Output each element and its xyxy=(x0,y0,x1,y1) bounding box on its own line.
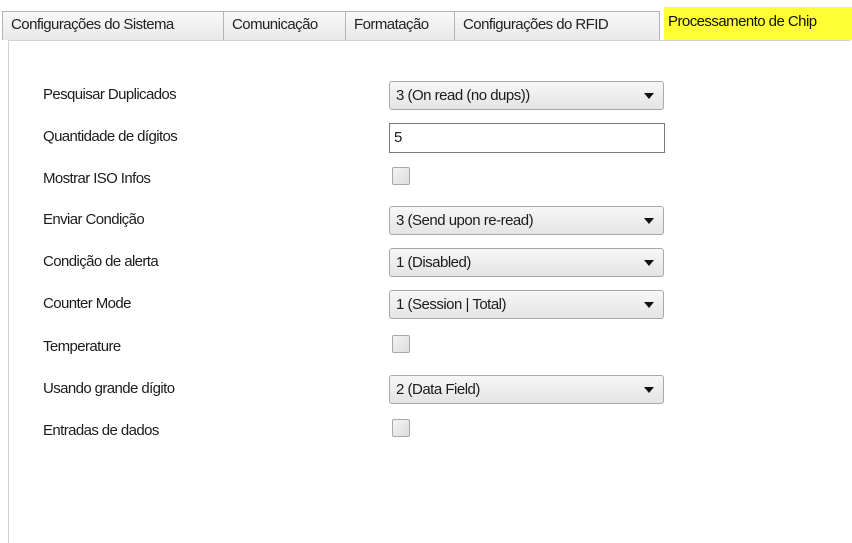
tab-formatacao[interactable]: Formatação xyxy=(345,11,455,40)
send-condition-select[interactable]: 3 (Send upon re-read) xyxy=(389,206,664,235)
chevron-down-icon xyxy=(644,302,654,308)
counter-mode-select[interactable]: 1 (Session | Total) xyxy=(389,290,664,319)
temperature-label: Temperature xyxy=(43,338,121,355)
alert-condition-select[interactable]: 1 (Disabled) xyxy=(389,248,664,277)
tab-processamento-de-chip[interactable]: Processamento de Chip xyxy=(664,7,852,40)
send-condition-label: Enviar Condição xyxy=(43,211,145,228)
tab-configuracoes-do-sistema[interactable]: Configurações do Sistema xyxy=(2,11,224,40)
alert-condition-label: Condição de alerta xyxy=(43,253,159,270)
data-inputs-label: Entradas de dados xyxy=(43,422,159,439)
chevron-down-icon xyxy=(644,93,654,99)
chevron-down-icon xyxy=(644,218,654,224)
tab-comunicacao[interactable]: Comunicação xyxy=(223,11,346,40)
settings-panel: Pesquisar Duplicados 3 (On read (no dups… xyxy=(8,40,850,543)
tab-bar: Configurações do Sistema Comunicação For… xyxy=(0,0,852,40)
large-digit-value: 2 (Data Field) xyxy=(396,381,480,398)
show-iso-info-label: Mostrar ISO Infos xyxy=(43,170,151,187)
counter-mode-label: Counter Mode xyxy=(43,295,131,312)
tab-configuracoes-do-rfid[interactable]: Configurações do RFID xyxy=(454,11,660,40)
large-digit-label: Usando grande dígito xyxy=(43,380,175,397)
large-digit-select[interactable]: 2 (Data Field) xyxy=(389,375,664,404)
chevron-down-icon xyxy=(644,387,654,393)
send-condition-value: 3 (Send upon re-read) xyxy=(396,212,534,229)
digit-count-label: Quantidade de dígitos xyxy=(43,128,178,145)
digit-count-input[interactable]: 5 xyxy=(389,123,665,153)
chevron-down-icon xyxy=(644,260,654,266)
search-duplicates-label: Pesquisar Duplicados xyxy=(43,86,177,103)
data-inputs-checkbox[interactable] xyxy=(392,419,410,437)
temperature-checkbox[interactable] xyxy=(392,335,410,353)
alert-condition-value: 1 (Disabled) xyxy=(396,254,471,271)
search-duplicates-select[interactable]: 3 (On read (no dups)) xyxy=(389,81,664,110)
search-duplicates-value: 3 (On read (no dups)) xyxy=(396,87,530,104)
counter-mode-value: 1 (Session | Total) xyxy=(396,296,507,313)
show-iso-info-checkbox[interactable] xyxy=(392,167,410,185)
